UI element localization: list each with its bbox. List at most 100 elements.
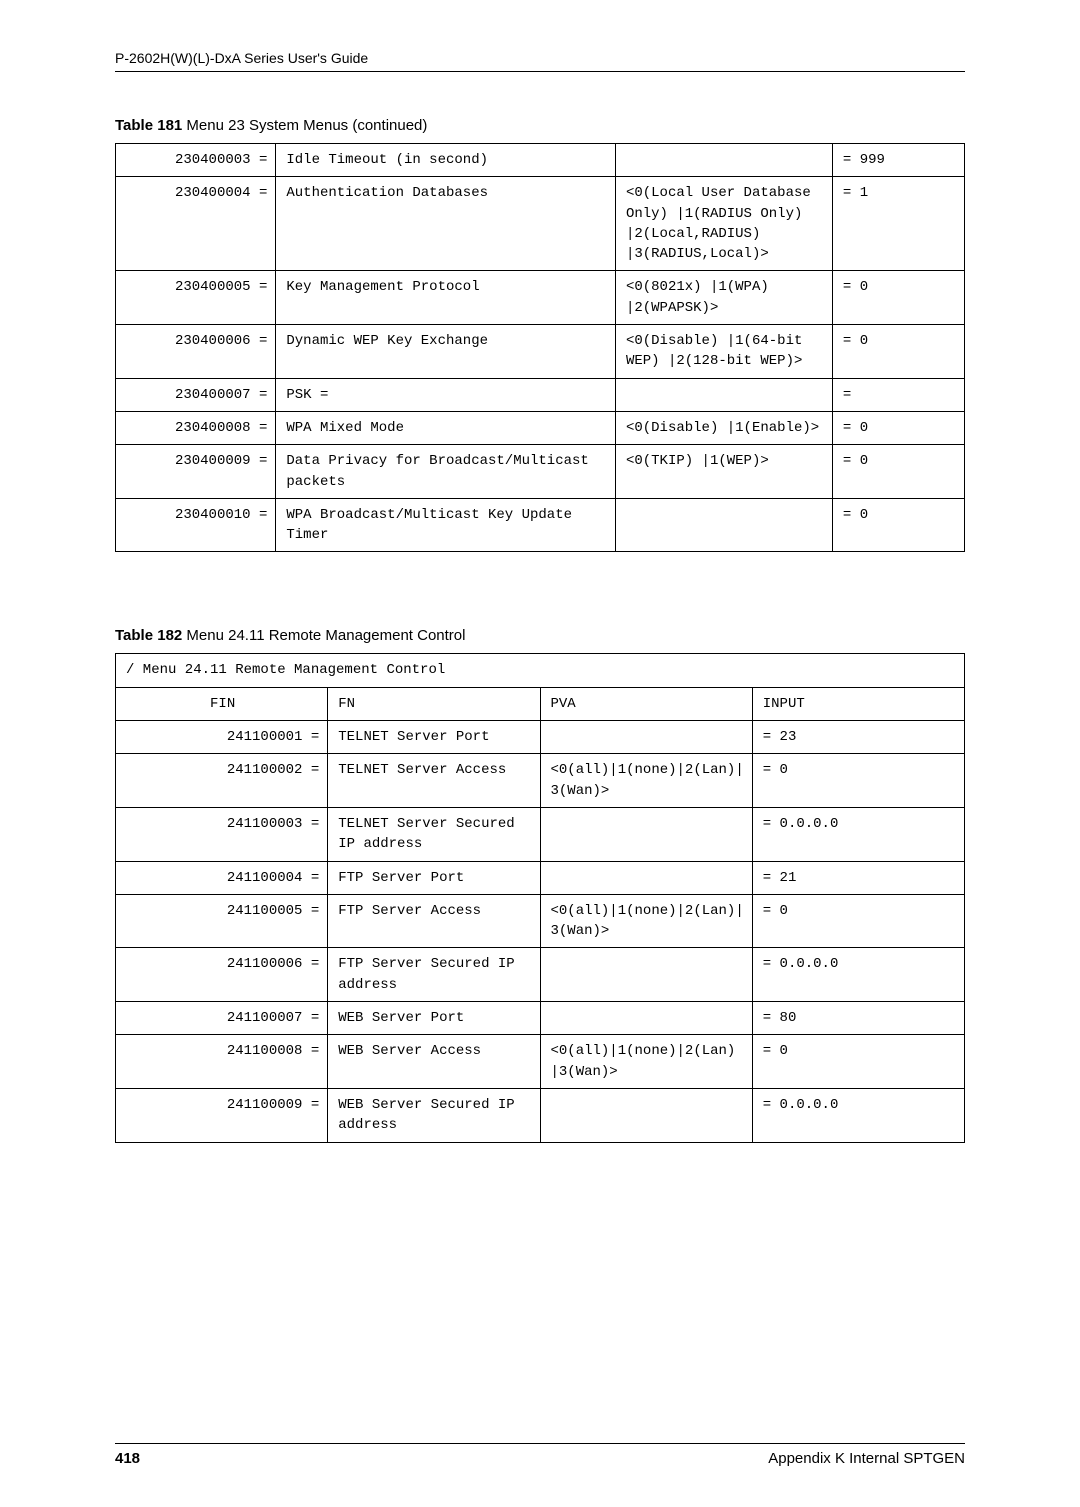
cell: [615, 378, 832, 411]
cell: = 0: [832, 325, 964, 379]
table1-caption: Table 181 Menu 23 System Menus (continue…: [115, 117, 965, 134]
cell: = 0: [752, 1035, 964, 1089]
cell: Data Privacy for Broadcast/Multicast pac…: [276, 445, 616, 499]
cell: WEB Server Secured IP address: [328, 1088, 540, 1142]
header-cell: PVA: [540, 687, 752, 720]
cell: 241100009 =: [116, 1088, 328, 1142]
table-row: 230400008 =WPA Mixed Mode<0(Disable) |1(…: [116, 411, 965, 444]
table-row: 241100005 =FTP Server Access<0(all)|1(no…: [116, 894, 965, 948]
page-footer: 418 Appendix K Internal SPTGEN: [115, 1443, 965, 1467]
cell: 230400003 =: [116, 144, 276, 177]
cell: = 0: [752, 754, 964, 808]
cell: = 21: [752, 861, 964, 894]
cell: <0(Disable) |1(Enable)>: [615, 411, 832, 444]
table-row: 230400009 =Data Privacy for Broadcast/Mu…: [116, 445, 965, 499]
cell: =: [832, 378, 964, 411]
table2-caption: Table 182 Menu 24.11 Remote Management C…: [115, 627, 965, 644]
cell: 230400004 =: [116, 177, 276, 271]
table-row: 230400005 =Key Management Protocol<0(802…: [116, 271, 965, 325]
cell: <0(Local User Database Only) |1(RADIUS O…: [615, 177, 832, 271]
cell: = 0: [752, 894, 964, 948]
cell: = 80: [752, 1002, 964, 1035]
table-row: 241100006 =FTP Server Secured IP address…: [116, 948, 965, 1002]
cell: 230400005 =: [116, 271, 276, 325]
table2-header-row: FINFNPVAINPUT: [116, 687, 965, 720]
cell: TELNET Server Port: [328, 721, 540, 754]
table-row: 241100009 =WEB Server Secured IP address…: [116, 1088, 965, 1142]
page-number: 418: [115, 1450, 140, 1467]
cell: [540, 807, 752, 861]
table-row: 241100004 =FTP Server Port= 21: [116, 861, 965, 894]
cell: = 1: [832, 177, 964, 271]
table-row: 241100001 =TELNET Server Port = 23: [116, 721, 965, 754]
cell: <0(all)|1(none)|2(Lan)|3(Wan)>: [540, 894, 752, 948]
cell: 230400010 =: [116, 498, 276, 552]
cell: <0(all)|1(none)|2(Lan) |3(Wan)>: [540, 1035, 752, 1089]
table-row: 241100003 =TELNET Server Secured IP addr…: [116, 807, 965, 861]
cell: = 0.0.0.0: [752, 807, 964, 861]
appendix-label: Appendix K Internal SPTGEN: [768, 1450, 965, 1467]
cell: <0(TKIP) |1(WEP)>: [615, 445, 832, 499]
cell: = 23: [752, 721, 964, 754]
cell: TELNET Server Access: [328, 754, 540, 808]
cell: [540, 948, 752, 1002]
cell: Authentication Databases: [276, 177, 616, 271]
cell: 230400008 =: [116, 411, 276, 444]
cell: [615, 498, 832, 552]
cell: 230400007 =: [116, 378, 276, 411]
cell: 241100008 =: [116, 1035, 328, 1089]
cell: = 999: [832, 144, 964, 177]
cell: <0(all)|1(none)|2(Lan)|3(Wan)>: [540, 754, 752, 808]
cell: [615, 144, 832, 177]
cell: 241100004 =: [116, 861, 328, 894]
cell: FTP Server Secured IP address: [328, 948, 540, 1002]
cell: [540, 861, 752, 894]
cell: WPA Broadcast/Multicast Key Update Timer: [276, 498, 616, 552]
cell: Dynamic WEP Key Exchange: [276, 325, 616, 379]
cell: TELNET Server Secured IP address: [328, 807, 540, 861]
table-row: 230400006 =Dynamic WEP Key Exchange<0(Di…: [116, 325, 965, 379]
header-cell: FN: [328, 687, 540, 720]
table-row: 230400004 =Authentication Databases<0(Lo…: [116, 177, 965, 271]
cell: = 0.0.0.0: [752, 1088, 964, 1142]
cell: 241100003 =: [116, 807, 328, 861]
cell: = 0: [832, 271, 964, 325]
cell: = 0: [832, 445, 964, 499]
cell: = 0: [832, 498, 964, 552]
table1-caption-bold: Table 181: [115, 117, 182, 134]
cell: FTP Server Access: [328, 894, 540, 948]
cell: 230400009 =: [116, 445, 276, 499]
cell: 241100005 =: [116, 894, 328, 948]
table-row: 241100007 =WEB Server Port = 80: [116, 1002, 965, 1035]
cell: = 0: [832, 411, 964, 444]
table2-title-row: / Menu 24.11 Remote Management Control: [116, 654, 965, 687]
table2: / Menu 24.11 Remote Management ControlFI…: [115, 653, 965, 1142]
cell: 241100002 =: [116, 754, 328, 808]
page-header: P-2602H(W)(L)-DxA Series User's Guide: [115, 50, 965, 72]
cell: WEB Server Access: [328, 1035, 540, 1089]
cell: Idle Timeout (in second): [276, 144, 616, 177]
cell: 241100007 =: [116, 1002, 328, 1035]
cell: [540, 1088, 752, 1142]
table1-caption-rest: Menu 23 System Menus (continued): [182, 117, 427, 134]
cell: <0(8021x) |1(WPA) |2(WPAPSK)>: [615, 271, 832, 325]
header-title: P-2602H(W)(L)-DxA Series User's Guide: [115, 50, 368, 66]
table-row: 241100008 =WEB Server Access<0(all)|1(no…: [116, 1035, 965, 1089]
table-row: 230400003 =Idle Timeout (in second) = 999: [116, 144, 965, 177]
table1: 230400003 =Idle Timeout (in second) = 999…: [115, 143, 965, 552]
cell: 241100001 =: [116, 721, 328, 754]
header-cell: INPUT: [752, 687, 964, 720]
cell: <0(Disable) |1(64-bit WEP) |2(128-bit WE…: [615, 325, 832, 379]
cell: 241100006 =: [116, 948, 328, 1002]
cell: = 0.0.0.0: [752, 948, 964, 1002]
table2-caption-rest: Menu 24.11 Remote Management Control: [182, 627, 465, 644]
cell: PSK =: [276, 378, 616, 411]
cell: WPA Mixed Mode: [276, 411, 616, 444]
table-row: 241100002 =TELNET Server Access<0(all)|1…: [116, 754, 965, 808]
table-row: 230400007 =PSK = =: [116, 378, 965, 411]
table2-caption-bold: Table 182: [115, 627, 182, 644]
table-row: 230400010 =WPA Broadcast/Multicast Key U…: [116, 498, 965, 552]
cell: WEB Server Port: [328, 1002, 540, 1035]
header-cell: FIN: [116, 687, 328, 720]
cell: 230400006 =: [116, 325, 276, 379]
